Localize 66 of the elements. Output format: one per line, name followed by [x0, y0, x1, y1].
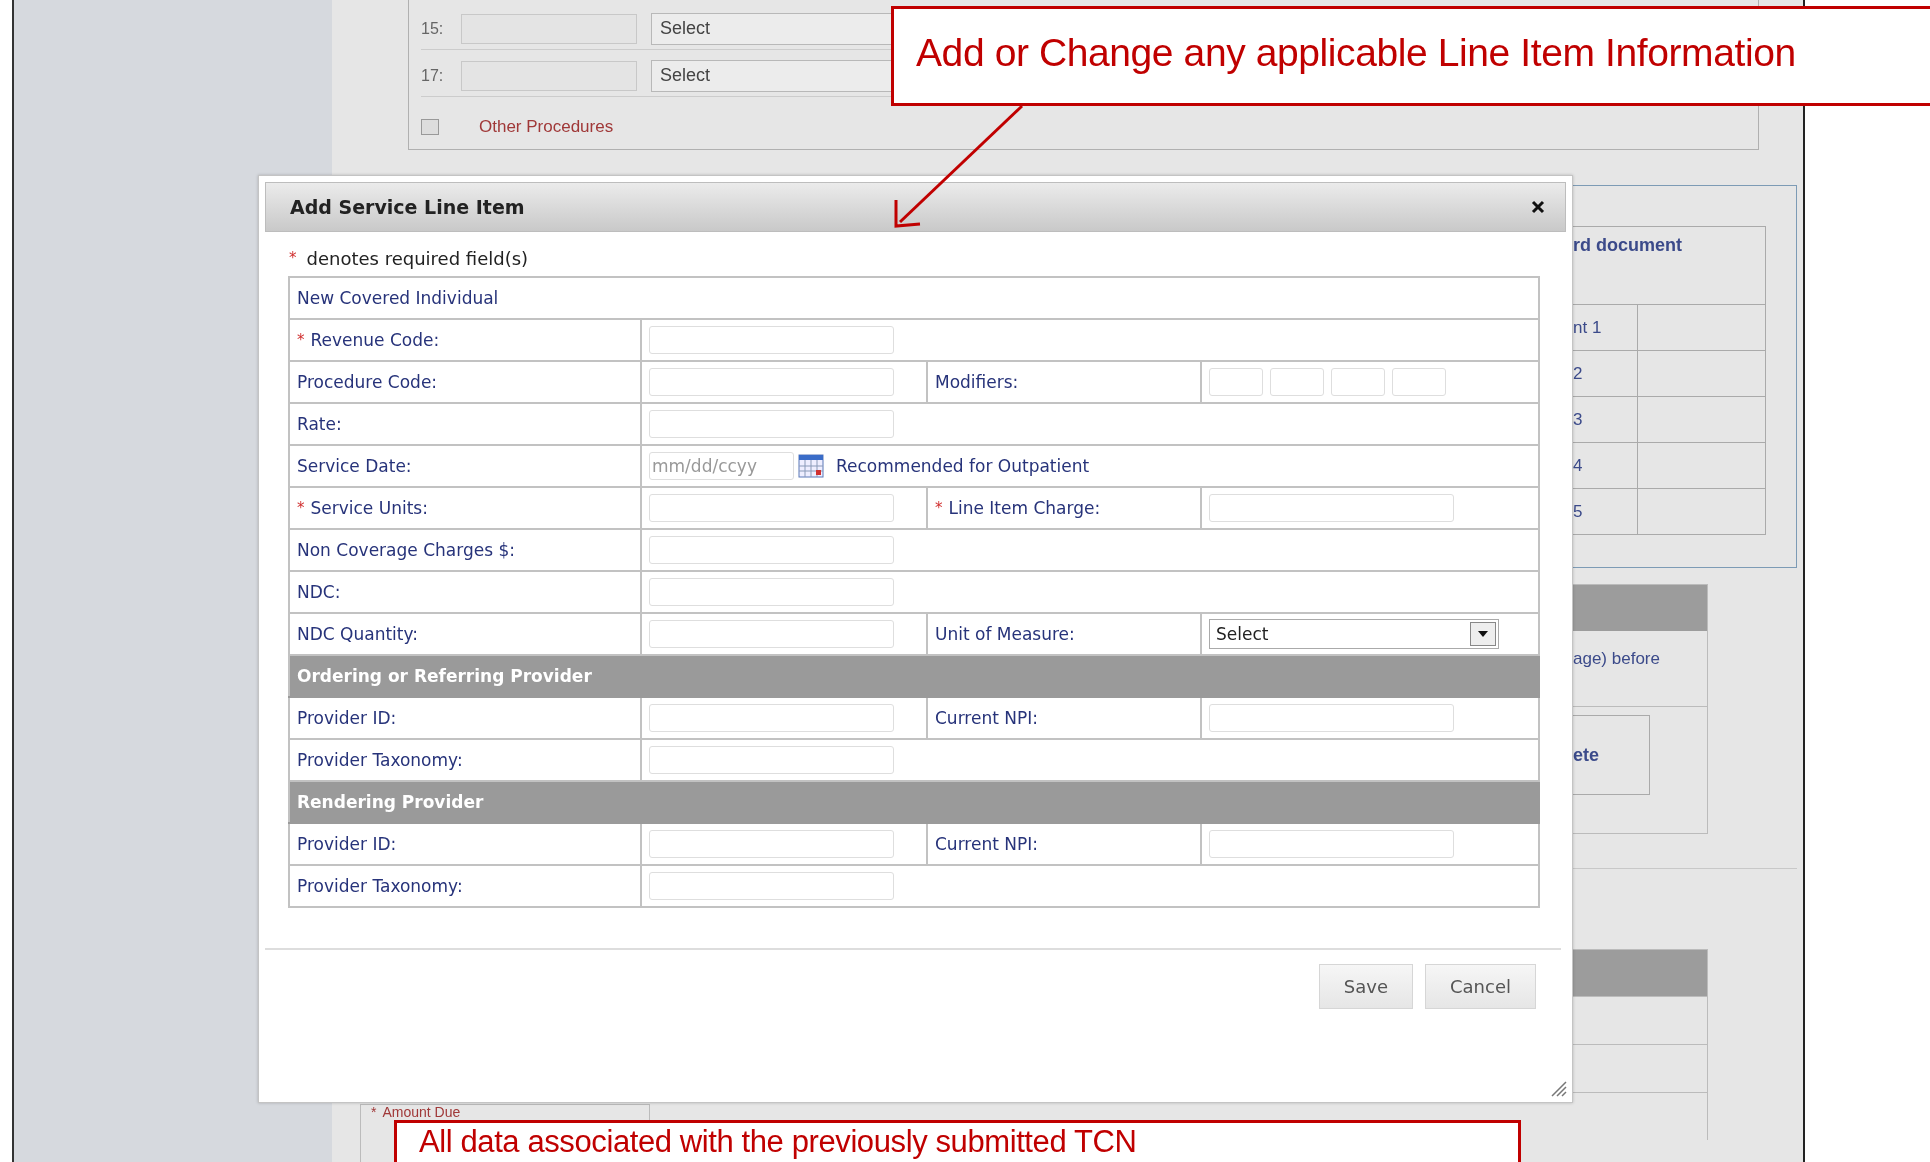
- cancel-button[interactable]: Cancel: [1425, 964, 1536, 1009]
- text-field[interactable]: [1209, 830, 1454, 858]
- field-label: Rate:: [297, 414, 342, 434]
- row-label: New Covered Individual: [297, 288, 499, 308]
- hint-text: Recommended for Outpatient: [836, 456, 1090, 476]
- required-mark: *: [289, 249, 297, 267]
- field-label: Service Units:: [310, 498, 428, 518]
- field-label: NDC Quantity:: [297, 624, 419, 644]
- text-field[interactable]: [649, 620, 894, 648]
- text-field[interactable]: [649, 326, 894, 354]
- checkbox-label: Other Procedures: [479, 117, 614, 137]
- text-field[interactable]: [649, 578, 894, 606]
- text-field[interactable]: [649, 536, 894, 564]
- text-field[interactable]: [1270, 368, 1324, 396]
- text-field[interactable]: [649, 494, 894, 522]
- required-mark: *: [297, 499, 305, 517]
- dialog-title: Add Service Line Item: [290, 196, 525, 218]
- side-button[interactable]: ete: [1573, 715, 1650, 795]
- text-field[interactable]: [649, 704, 894, 732]
- field-label: Procedure Code:: [297, 372, 438, 392]
- checkbox[interactable]: [421, 119, 439, 135]
- field-label: Provider ID:: [297, 708, 397, 728]
- field-label: Line Item Charge:: [948, 498, 1101, 518]
- field-label: Provider ID:: [297, 834, 397, 854]
- calendar-icon[interactable]: [798, 454, 824, 478]
- text-field[interactable]: [1209, 704, 1454, 732]
- callout-text: Add or Change any applicable Line Item Information: [916, 31, 1796, 75]
- text-field[interactable]: [649, 872, 894, 900]
- caret-icon: [1478, 631, 1488, 637]
- date-field[interactable]: mm/dd/ccyy: [649, 452, 794, 480]
- text-field[interactable]: [649, 746, 894, 774]
- select-dropdown[interactable]: Select: [651, 13, 893, 45]
- required-note: denotes required field(s): [306, 247, 529, 269]
- field-label: Current NPI:: [935, 834, 1038, 854]
- field-label: Modifiers:: [935, 372, 1019, 392]
- required-mark: *: [935, 499, 943, 517]
- required-mark: *: [371, 1105, 377, 1120]
- field-label: Amount Due: [382, 1105, 461, 1120]
- field-label: Non Coverage Charges $:: [297, 540, 515, 560]
- save-button[interactable]: Save: [1318, 964, 1413, 1009]
- close-icon[interactable]: [1531, 200, 1545, 214]
- text-field[interactable]: [1331, 368, 1385, 396]
- callout-text: All data associated with the previously submitted TCN: [419, 1124, 1137, 1160]
- field-label: Unit of Measure:: [935, 624, 1075, 644]
- field-label: Provider Taxonomy:: [297, 750, 463, 770]
- text-field[interactable]: [649, 410, 894, 438]
- field-label: NDC:: [297, 582, 341, 602]
- row-number: 17:: [421, 67, 445, 85]
- text-field[interactable]: [1392, 368, 1446, 396]
- text-field[interactable]: [649, 368, 894, 396]
- text-field[interactable]: [1209, 494, 1454, 522]
- field-label: Current NPI:: [935, 708, 1038, 728]
- field-label: Provider Taxonomy:: [297, 876, 463, 896]
- row-number: 15:: [421, 20, 445, 38]
- text-field[interactable]: [1209, 368, 1263, 396]
- required-mark: *: [297, 331, 305, 349]
- select-dropdown[interactable]: Select: [651, 60, 893, 92]
- select-dropdown[interactable]: Select: [1209, 619, 1499, 649]
- field-label: Service Date:: [297, 456, 412, 476]
- text-field[interactable]: [461, 14, 637, 44]
- resize-grip-icon[interactable]: [1549, 1079, 1567, 1097]
- text-field[interactable]: [649, 830, 894, 858]
- section-header: Rendering Provider: [297, 792, 484, 812]
- section-header: Ordering or Referring Provider: [297, 666, 592, 686]
- text-field[interactable]: [461, 61, 637, 91]
- field-label: Revenue Code:: [310, 330, 440, 350]
